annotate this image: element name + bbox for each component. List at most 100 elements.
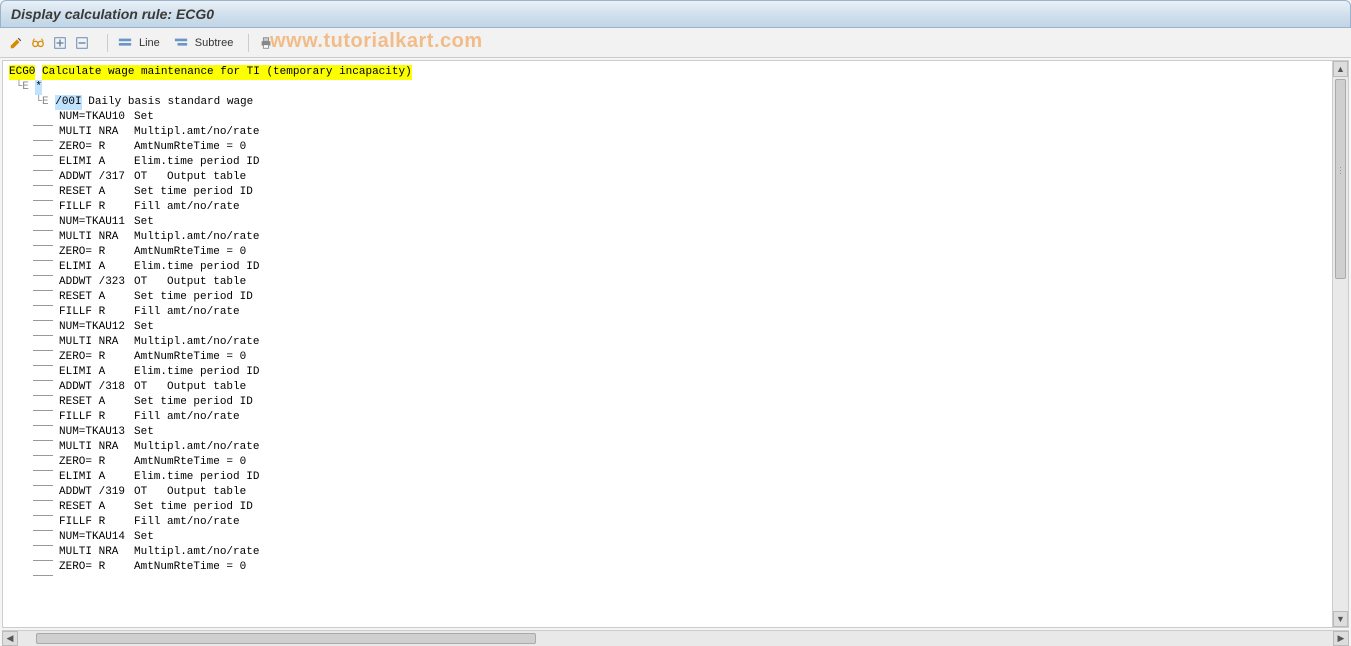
leaf-operation: RESET A (59, 395, 134, 410)
root-code: ECG0 (9, 65, 35, 80)
tree-leaf[interactable]: MULTI NRAMultipl.amt/no/rate (9, 440, 1342, 455)
print-icon[interactable] (256, 33, 276, 53)
leaf-description: Set time period ID (134, 500, 253, 515)
leaf-operation: ZERO= R (59, 455, 134, 470)
tree-leaf[interactable]: FILLF RFill amt/no/rate (9, 515, 1342, 530)
tree-leaf[interactable]: MULTI NRAMultipl.amt/no/rate (9, 545, 1342, 560)
leaf-operation: MULTI NRA (59, 125, 134, 140)
leaf-operation: ADDWT /318 (59, 380, 134, 395)
title-bar: Display calculation rule: ECG0 (0, 0, 1351, 28)
tree-leaf[interactable]: ADDWT /318OT Output table (9, 380, 1342, 395)
tree-leaf[interactable]: NUM=TKAU13Set (9, 425, 1342, 440)
tree-leaf[interactable]: FILLF RFill amt/no/rate (9, 410, 1342, 425)
leaf-description: OT Output table (134, 485, 246, 500)
leaf-operation: ELIMI A (59, 470, 134, 485)
toolbar: Line Subtree www.tutorialkart.com (0, 28, 1351, 58)
tree-leaf[interactable]: ZERO= RAmtNumRteTime = 0 (9, 560, 1342, 575)
tree-leaf[interactable]: MULTI NRAMultipl.amt/no/rate (9, 230, 1342, 245)
scroll-thumb-h[interactable] (36, 633, 536, 644)
leaf-description: AmtNumRteTime = 0 (134, 350, 246, 365)
leaf-operation: ADDWT /317 (59, 170, 134, 185)
leaf-description: Set time period ID (134, 185, 253, 200)
edit-icon[interactable] (6, 33, 26, 53)
scroll-right-icon[interactable]: ▶ (1333, 631, 1349, 646)
leaf-operation: RESET A (59, 500, 134, 515)
leaf-operation: FILLF R (59, 515, 134, 530)
tree-leaf[interactable]: ZERO= RAmtNumRteTime = 0 (9, 140, 1342, 155)
tree-leaf[interactable]: RESET ASet time period ID (9, 395, 1342, 410)
leaf-operation: ELIMI A (59, 260, 134, 275)
tree-leaf[interactable]: NUM=TKAU10Set (9, 110, 1342, 125)
tree-leaf[interactable]: ADDWT /319OT Output table (9, 485, 1342, 500)
expand-icon[interactable] (50, 33, 70, 53)
leaf-description: Elim.time period ID (134, 365, 259, 380)
tree-leaf[interactable]: ELIMI AElim.time period ID (9, 470, 1342, 485)
leaf-operation: ZERO= R (59, 245, 134, 260)
leaf-description: Elim.time period ID (134, 155, 259, 170)
tree-leaf[interactable]: RESET ASet time period ID (9, 185, 1342, 200)
root-desc: Calculate wage maintenance for TI (tempo… (42, 65, 412, 80)
separator (107, 34, 108, 52)
leaf-operation: ELIMI A (59, 365, 134, 380)
tree-leaf[interactable]: NUM=TKAU12Set (9, 320, 1342, 335)
tree-node[interactable]: └E * (9, 80, 1342, 95)
tree-leaf[interactable]: ADDWT /323OT Output table (9, 275, 1342, 290)
leaf-operation: RESET A (59, 290, 134, 305)
tree-leaf[interactable]: ELIMI AElim.time period ID (9, 260, 1342, 275)
leaf-description: Multipl.amt/no/rate (134, 335, 259, 350)
leaf-operation: MULTI NRA (59, 440, 134, 455)
leaf-description: OT Output table (134, 275, 246, 290)
scroll-down-icon[interactable]: ▼ (1333, 611, 1348, 627)
tree-leaf[interactable]: ELIMI AElim.time period ID (9, 155, 1342, 170)
leaf-description: Set time period ID (134, 290, 253, 305)
leaf-operation: NUM=TKAU12 (59, 320, 134, 335)
leaf-operation: MULTI NRA (59, 230, 134, 245)
node-label: * (35, 80, 42, 95)
leaf-operation: RESET A (59, 185, 134, 200)
leaf-description: Set (134, 215, 154, 230)
tree-leaf[interactable]: RESET ASet time period ID (9, 500, 1342, 515)
tree-leaf[interactable]: MULTI NRAMultipl.amt/no/rate (9, 335, 1342, 350)
scroll-thumb[interactable] (1335, 79, 1346, 279)
separator (248, 34, 249, 52)
line-label: Line (139, 37, 160, 49)
leaf-operation: NUM=TKAU13 (59, 425, 134, 440)
leaf-description: Elim.time period ID (134, 470, 259, 485)
tree-view[interactable]: ECG0 Calculate wage maintenance for TI (… (3, 61, 1348, 627)
tree-leaf[interactable]: ADDWT /317OT Output table (9, 170, 1342, 185)
vertical-scrollbar[interactable]: ▲ ▼ (1332, 61, 1348, 627)
leaf-description: OT Output table (134, 380, 246, 395)
tree-leaf[interactable]: ZERO= RAmtNumRteTime = 0 (9, 455, 1342, 470)
leaf-description: Set (134, 320, 154, 335)
tree-leaf[interactable]: MULTI NRAMultipl.amt/no/rate (9, 125, 1342, 140)
leaf-operation: ADDWT /323 (59, 275, 134, 290)
line-icon[interactable] (115, 33, 135, 53)
leaf-description: Multipl.amt/no/rate (134, 440, 259, 455)
tree-leaf[interactable]: NUM=TKAU11Set (9, 215, 1342, 230)
tree-node[interactable]: └E /00I Daily basis standard wage (9, 95, 1342, 110)
tree-leaf[interactable]: ZERO= RAmtNumRteTime = 0 (9, 245, 1342, 260)
tree-leaf[interactable]: NUM=TKAU14Set (9, 530, 1342, 545)
leaf-description: AmtNumRteTime = 0 (134, 245, 246, 260)
scroll-up-icon[interactable]: ▲ (1333, 61, 1348, 77)
subtree-icon[interactable] (171, 33, 191, 53)
collapse-icon[interactable] (72, 33, 92, 53)
tree-root[interactable]: ECG0 Calculate wage maintenance for TI (… (9, 65, 1342, 80)
leaf-description: Set time period ID (134, 395, 253, 410)
scroll-left-icon[interactable]: ◀ (2, 631, 18, 646)
subtree-label: Subtree (195, 37, 234, 49)
node-code: /00I (55, 95, 81, 110)
tree-leaf[interactable]: FILLF RFill amt/no/rate (9, 305, 1342, 320)
tree-leaf[interactable]: ELIMI AElim.time period ID (9, 365, 1342, 380)
leaf-description: Fill amt/no/rate (134, 410, 240, 425)
leaf-description: Fill amt/no/rate (134, 200, 240, 215)
leaf-description: Elim.time period ID (134, 260, 259, 275)
leaf-operation: NUM=TKAU14 (59, 530, 134, 545)
tree-leaf[interactable]: RESET ASet time period ID (9, 290, 1342, 305)
leaf-description: AmtNumRteTime = 0 (134, 140, 246, 155)
horizontal-scrollbar[interactable]: ◀ ▶ (2, 630, 1349, 646)
tree-leaf[interactable]: ZERO= RAmtNumRteTime = 0 (9, 350, 1342, 365)
leaf-operation: ZERO= R (59, 350, 134, 365)
tree-leaf[interactable]: FILLF RFill amt/no/rate (9, 200, 1342, 215)
glasses-icon[interactable] (28, 33, 48, 53)
